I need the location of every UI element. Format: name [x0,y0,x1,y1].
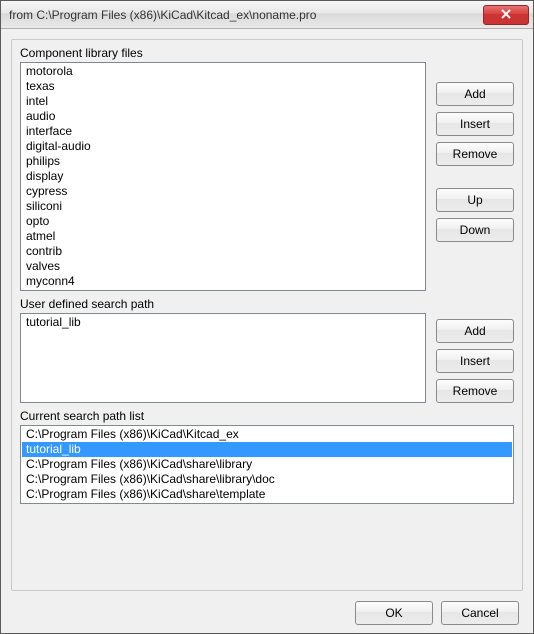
dialog-button-bar: OK Cancel [11,595,523,625]
list-item[interactable]: C:\Program Files (x86)\KiCad\share\libra… [22,472,512,487]
list-item[interactable]: philips [22,154,424,169]
user-path-row: User defined search path tutorial_lib Ad… [20,297,514,403]
list-item[interactable]: valves [22,259,424,274]
list-item[interactable]: C:\Program Files (x86)\KiCad\share\templ… [22,487,512,502]
list-item[interactable]: myconn4 [22,274,424,289]
list-item[interactable]: siliconi [22,199,424,214]
list-item[interactable]: audio [22,109,424,124]
list-item[interactable]: C:\Program Files (x86)\KiCad\Kitcad_ex [22,427,512,442]
list-item[interactable]: intel [22,94,424,109]
list-item[interactable]: texas [22,79,424,94]
list-item[interactable]: interface [22,124,424,139]
list-item[interactable]: contrib [22,244,424,259]
content-frame: Component library files motorolatexasint… [11,39,523,591]
list-item[interactable]: C:\Program Files (x86)\KiCad\share\libra… [22,457,512,472]
list-item[interactable]: motorola [22,64,424,79]
remove-button[interactable]: Remove [436,142,514,166]
user-path-label: User defined search path [20,297,426,311]
insert-button[interactable]: Insert [436,349,514,373]
list-item[interactable]: tutorial_lib [22,442,512,457]
close-icon [501,8,511,22]
close-button[interactable] [483,5,529,25]
dialog-window: from C:\Program Files (x86)\KiCad\Kitcad… [0,0,534,634]
list-item[interactable]: digital-audio [22,139,424,154]
list-item[interactable]: opto [22,214,424,229]
list-item[interactable]: tutorial_lib [22,315,424,330]
down-button[interactable]: Down [436,218,514,242]
add-button[interactable]: Add [436,319,514,343]
user-path-listbox[interactable]: tutorial_lib [20,313,426,403]
client-area: Component library files motorolatexasint… [1,29,533,633]
list-item[interactable]: cypress [22,184,424,199]
current-path-label: Current search path list [20,409,514,423]
current-path-listbox[interactable]: C:\Program Files (x86)\KiCad\Kitcad_extu… [20,425,514,504]
list-item[interactable]: atmel [22,229,424,244]
window-title: from C:\Program Files (x86)\KiCad\Kitcad… [9,8,483,22]
component-library-row: Component library files motorolatexasint… [20,46,514,291]
remove-button[interactable]: Remove [436,379,514,403]
current-path-section: Current search path list C:\Program File… [20,409,514,504]
insert-button[interactable]: Insert [436,112,514,136]
add-button[interactable]: Add [436,82,514,106]
ok-button[interactable]: OK [355,601,433,625]
up-button[interactable]: Up [436,188,514,212]
component-library-label: Component library files [20,46,426,60]
component-library-buttons: Add Insert Remove Up Down [436,46,514,291]
list-item[interactable]: display [22,169,424,184]
cancel-button[interactable]: Cancel [441,601,519,625]
user-path-buttons: Add Insert Remove [436,297,514,403]
component-library-listbox[interactable]: motorolatexasintelaudiointerfacedigital-… [20,62,426,291]
titlebar[interactable]: from C:\Program Files (x86)\KiCad\Kitcad… [1,1,533,29]
